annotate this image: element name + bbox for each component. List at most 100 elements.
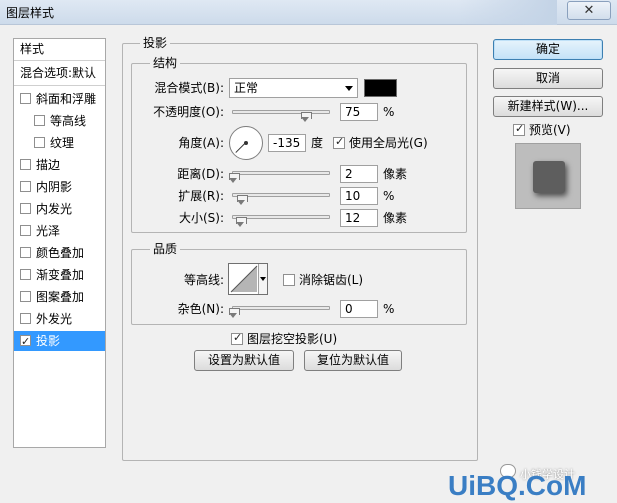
titlebar-background xyxy=(457,0,557,25)
distance-pixel-unit: 像素 xyxy=(383,167,408,181)
distance-slider-track[interactable] xyxy=(232,171,330,175)
angle-label: 角度(A): xyxy=(178,136,224,150)
sidebar-item-texture[interactable]: 纹理 xyxy=(14,133,105,153)
sidebar-item-label: 等高线 xyxy=(50,114,87,128)
sidebar-item-gradient-overlay[interactable]: 渐变叠加 xyxy=(14,265,105,285)
sidebar-item-stroke[interactable]: 描边 xyxy=(14,155,105,175)
close-button[interactable]: ✕ xyxy=(567,1,611,20)
opacity-slider-track[interactable] xyxy=(232,110,330,114)
chevron-down-icon xyxy=(260,277,266,281)
global-light-label: 使用全局光(G) xyxy=(349,136,428,150)
sidebar-item-color-overlay[interactable]: 颜色叠加 xyxy=(14,243,105,263)
sidebar-item-blending-options[interactable]: 混合选项:默认 xyxy=(14,63,105,83)
noise-slider-track[interactable] xyxy=(232,306,330,310)
opacity-input[interactable]: 75 xyxy=(340,103,378,121)
cancel-button[interactable]: 取消 xyxy=(493,68,603,89)
preview-swatch xyxy=(533,161,565,193)
sidebar-item-styles[interactable]: 样式 xyxy=(14,39,105,59)
sidebar-item-label: 图案叠加 xyxy=(36,290,85,304)
layer-knockout-checkbox[interactable] xyxy=(231,331,243,345)
distance-label: 距离(D): xyxy=(177,167,224,181)
sidebar-item-pattern-overlay[interactable]: 图案叠加 xyxy=(14,287,105,307)
ok-button[interactable]: 确定 xyxy=(493,39,603,60)
noise-percent-unit: % xyxy=(383,302,395,316)
style-preview xyxy=(515,143,581,209)
size-pixel-unit: 像素 xyxy=(383,211,408,225)
sidebar-item-inner-shadow[interactable]: 内阴影 xyxy=(14,177,105,197)
spread-input[interactable]: 10 xyxy=(340,187,378,205)
angle-input[interactable]: -135 xyxy=(268,134,306,152)
stroke-checkbox[interactable] xyxy=(20,159,31,170)
spread-slider-handle[interactable] xyxy=(237,195,248,205)
layer-knockout-label: 图层挖空投影(U) xyxy=(247,332,338,346)
make-default-button[interactable]: 设置为默认值 xyxy=(194,350,294,371)
inner-glow-checkbox[interactable] xyxy=(20,203,31,214)
sidebar-item-label: 颜色叠加 xyxy=(36,246,85,260)
size-slider-handle[interactable] xyxy=(236,217,247,227)
noise-label: 杂色(N): xyxy=(177,302,224,316)
bevel-emboss-checkbox[interactable] xyxy=(20,93,31,104)
texture-checkbox[interactable] xyxy=(34,137,45,148)
satin-checkbox[interactable] xyxy=(20,225,31,236)
percent-unit: % xyxy=(383,105,395,119)
section-title: 投影 xyxy=(140,36,171,50)
structure-title: 结构 xyxy=(150,56,181,70)
global-light-checkbox[interactable] xyxy=(333,135,345,149)
color-overlay-checkbox[interactable] xyxy=(20,247,31,258)
style-list: 样式 混合选项:默认 斜面和浮雕 等高线 纹理 描边 内阴影 内发光 光泽 颜色… xyxy=(13,38,106,448)
contour-preview-icon xyxy=(230,265,258,293)
degree-unit: 度 xyxy=(311,136,324,150)
contour-picker[interactable] xyxy=(228,263,268,295)
sidebar-item-label: 渐变叠加 xyxy=(36,268,85,282)
preview-label: 预览(V) xyxy=(529,123,571,137)
opacity-slider-handle[interactable] xyxy=(301,112,312,122)
spread-percent-unit: % xyxy=(383,189,395,203)
angle-dial-center xyxy=(244,141,248,145)
anti-alias-checkbox[interactable] xyxy=(283,274,295,286)
outer-glow-checkbox[interactable] xyxy=(20,313,31,324)
watermark-brand: UiBQ.CoM xyxy=(448,470,587,501)
blend-mode-value: 正常 xyxy=(234,81,259,95)
distance-slider-handle[interactable] xyxy=(229,173,240,183)
contour-checkbox[interactable] xyxy=(34,115,45,126)
noise-input[interactable]: 0 xyxy=(340,300,378,318)
sidebar-item-label: 投影 xyxy=(36,334,61,348)
sidebar-item-inner-glow[interactable]: 内发光 xyxy=(14,199,105,219)
contour-dropdown-button[interactable] xyxy=(258,264,267,294)
drop-shadow-checkbox[interactable] xyxy=(20,332,31,351)
sidebar-item-satin[interactable]: 光泽 xyxy=(14,221,105,241)
sidebar-item-bevel-emboss[interactable]: 斜面和浮雕 xyxy=(14,89,105,109)
inner-shadow-checkbox[interactable] xyxy=(20,181,31,192)
new-style-button[interactable]: 新建样式(W)... xyxy=(493,96,603,117)
quality-title: 品质 xyxy=(150,242,181,256)
contour-label: 等高线: xyxy=(183,273,224,287)
sidebar-item-drop-shadow[interactable]: 投影 xyxy=(14,331,105,351)
anti-alias-label: 消除锯齿(L) xyxy=(299,273,364,287)
sidebar-item-label: 描边 xyxy=(36,158,61,172)
size-label: 大小(S): xyxy=(178,211,224,225)
sidebar-item-label: 斜面和浮雕 xyxy=(36,92,97,106)
spread-label: 扩展(R): xyxy=(178,189,224,203)
sidebar-item-label: 混合选项:默认 xyxy=(20,66,97,80)
size-input[interactable]: 12 xyxy=(340,209,378,227)
noise-slider-handle[interactable] xyxy=(229,308,240,318)
chevron-down-icon xyxy=(345,86,353,91)
divider xyxy=(14,60,105,61)
angle-dial[interactable] xyxy=(229,126,263,160)
gradient-overlay-checkbox[interactable] xyxy=(20,269,31,280)
sidebar-item-outer-glow[interactable]: 外发光 xyxy=(14,309,105,329)
pattern-overlay-checkbox[interactable] xyxy=(20,291,31,302)
sidebar-item-label: 样式 xyxy=(20,42,45,56)
window-title: 图层样式 xyxy=(6,6,55,20)
blend-mode-label: 混合模式(B): xyxy=(154,81,224,95)
sidebar-item-label: 内发光 xyxy=(36,202,73,216)
sidebar-item-label: 光泽 xyxy=(36,224,61,238)
divider xyxy=(14,85,105,86)
distance-input[interactable]: 2 xyxy=(340,165,378,183)
title-bar: 图层样式 ✕ xyxy=(0,0,617,25)
shadow-color-swatch[interactable] xyxy=(364,79,397,97)
sidebar-item-contour[interactable]: 等高线 xyxy=(14,111,105,131)
preview-checkbox[interactable] xyxy=(513,122,525,136)
reset-default-button[interactable]: 复位为默认值 xyxy=(304,350,402,371)
blend-mode-select[interactable]: 正常 xyxy=(229,78,358,98)
